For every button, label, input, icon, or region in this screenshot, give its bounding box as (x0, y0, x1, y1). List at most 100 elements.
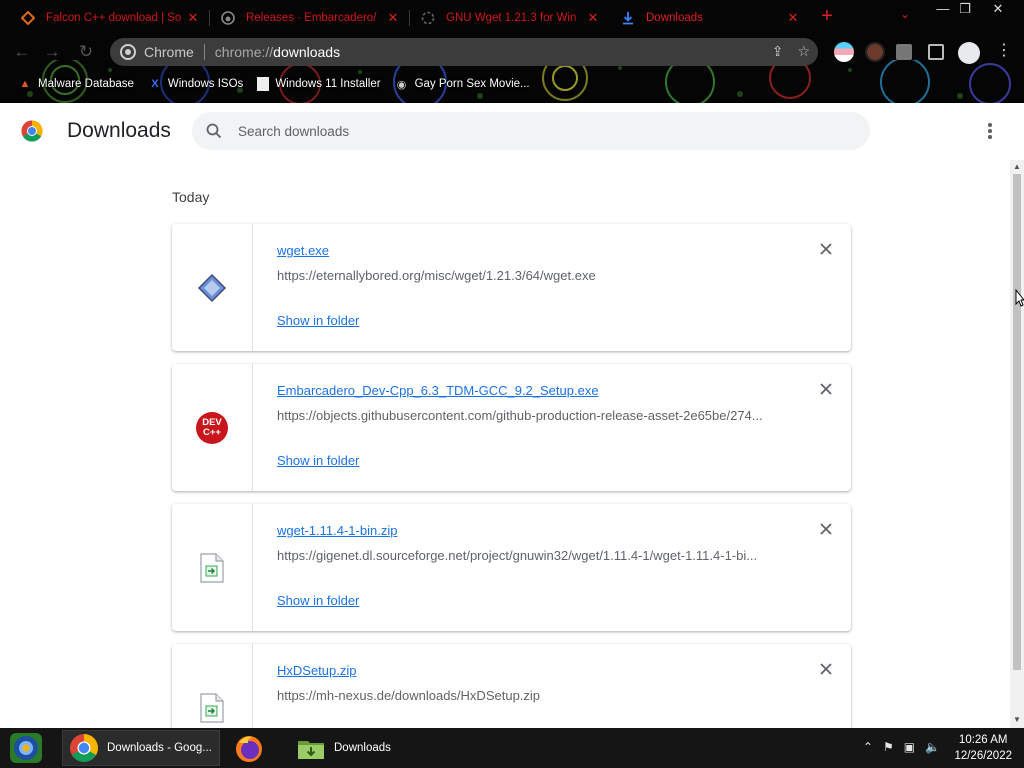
remove-item-icon[interactable] (817, 520, 835, 538)
firefox-icon (236, 736, 262, 762)
downloads-header: Downloads (0, 103, 1024, 159)
file-url: https://gigenet.dl.sourceforge.net/proje… (277, 548, 758, 563)
download-item: HxDSetup.zip https://mh-nexus.de/downloa… (172, 644, 851, 728)
screen: Falcon C++ download | So ✕ Releases · Em… (0, 0, 1024, 768)
tab-strip: Falcon C++ download | So ✕ Releases · Em… (0, 0, 1024, 34)
tab-title: GNU Wget 1.21.3 for Win (446, 12, 577, 24)
file-name-link[interactable]: wget-1.11.4-1-bin.zip (277, 523, 397, 538)
file-url: https://objects.githubusercontent.com/gi… (277, 408, 763, 423)
search-icon (206, 123, 222, 139)
back-arrow-icon[interactable]: ← (10, 40, 34, 64)
resize-cursor-icon (1015, 289, 1024, 307)
close-tab-icon[interactable]: ✕ (586, 10, 600, 26)
chrome-logo-icon (21, 120, 43, 142)
file-name-link[interactable]: HxDSetup.zip (277, 663, 356, 678)
show-in-folder-link[interactable]: Show in folder (277, 313, 359, 328)
file-name-link[interactable]: Embarcadero_Dev-Cpp_6.3_TDM-GCC_9.2_Setu… (277, 383, 599, 398)
file-url: https://mh-nexus.de/downloads/HxDSetup.z… (277, 688, 541, 703)
tab-title: Falcon C++ download | So (46, 12, 182, 24)
file-icon-column (172, 224, 253, 351)
scrollbar-thumb[interactable] (1013, 174, 1021, 670)
omnibox-divider (203, 44, 205, 60)
tab-falcon[interactable]: Falcon C++ download | So ✕ (12, 4, 208, 32)
bookmark-windows-11-installer[interactable]: Windows 11 Installer (257, 77, 381, 91)
remove-item-icon[interactable] (817, 240, 835, 258)
start-orb-icon[interactable] (9, 732, 43, 764)
search-input[interactable] (238, 123, 818, 139)
share-icon[interactable]: ⇪ (772, 43, 784, 60)
address-bar[interactable]: Chrome chrome://downloads ⇪ ☆ (110, 38, 818, 66)
bookmark-site[interactable]: ◉ Gay Porn Sex Movie... (395, 77, 530, 91)
devcpp-icon: DEV C++ (196, 411, 228, 444)
show-hidden-icons-icon[interactable]: ⌃ (863, 740, 873, 754)
close-tab-icon[interactable]: ✕ (186, 10, 200, 26)
exe-diamond-icon (197, 273, 227, 302)
download-icon (620, 10, 636, 26)
tab-gnu-wget[interactable]: GNU Wget 1.21.3 for Win ✕ (412, 4, 608, 32)
browser-toolbar: ← → ↻ Chrome chrome://downloads ⇪ ☆ ⋮ (0, 36, 1024, 68)
taskbar-label: Downloads (334, 742, 391, 754)
bookmark-label: Windows 11 Installer (275, 78, 381, 90)
bookmark-windows-isos[interactable]: X Windows ISOs (148, 77, 243, 91)
scroll-up-arrow-icon[interactable]: ▲ (1012, 162, 1022, 172)
extension-flag-icon[interactable] (834, 42, 854, 62)
omnibox-scheme: chrome:// (214, 44, 274, 60)
taskbar-chrome[interactable]: Downloads - Goog... (62, 730, 220, 766)
new-tab-button[interactable]: + (818, 6, 836, 26)
side-panel-icon[interactable] (928, 44, 944, 60)
tab-divider (409, 10, 410, 26)
tab-title: Releases · Embarcadero/ (246, 12, 377, 24)
close-tab-icon[interactable]: ✕ (386, 10, 400, 26)
taskbar-firefox[interactable] (226, 730, 282, 766)
bookmarks-bar: ▲ Malware Database X Windows ISOs Window… (0, 72, 1024, 96)
zip-file-icon (200, 692, 224, 723)
taskbar: Downloads - Goog... Downloads ⌃ ⚑ ▣ 🔈 10… (0, 728, 1024, 768)
download-item: DEV C++ Embarcadero_Dev-Cpp_6.3_TDM-GCC_… (172, 364, 851, 491)
browser-menu-icon[interactable]: ⋮ (996, 40, 1012, 62)
tab-search-chevron-icon[interactable]: ⌄ (896, 7, 914, 25)
volume-icon[interactable]: 🔈 (925, 740, 940, 754)
flag-icon[interactable]: ⚑ (883, 740, 894, 754)
taskbar-explorer[interactable]: Downloads (290, 730, 440, 766)
spinner-icon (420, 10, 436, 26)
clock[interactable]: 10:26 AM 12/26/2022 (954, 732, 1012, 764)
chrome-page-icon (120, 44, 136, 60)
tab-downloads-active[interactable]: Downloads ✕ (612, 4, 808, 32)
date-group-header: Today (172, 189, 210, 205)
tab-github[interactable]: Releases · Embarcadero/ ✕ (212, 4, 408, 32)
restore-icon[interactable]: ❐ (949, 0, 981, 18)
show-in-folder-link[interactable]: Show in folder (277, 453, 359, 468)
x-logo-icon: X (151, 78, 159, 90)
bookmark-malware-database[interactable]: ▲ Malware Database (18, 77, 134, 91)
search-box[interactable] (192, 112, 870, 150)
network-icon[interactable]: ▣ (904, 740, 915, 754)
zip-file-icon (200, 552, 224, 583)
bookmark-label: Gay Porn Sex Movie... (414, 78, 530, 90)
download-item: wget-1.11.4-1-bin.zip https://gigenet.dl… (172, 504, 851, 631)
profile-avatar-icon[interactable] (958, 42, 980, 64)
file-icon-column (172, 504, 253, 631)
clock-date: 12/26/2022 (954, 750, 1012, 762)
chrome-icon (70, 734, 98, 762)
extensions-puzzle-icon[interactable] (896, 44, 912, 60)
bookmark-label: Windows ISOs (167, 78, 244, 90)
scroll-down-arrow-icon[interactable]: ▼ (1012, 715, 1022, 725)
flame-icon: ▲ (19, 78, 31, 90)
file-name-link[interactable]: wget.exe (277, 243, 329, 258)
file-url: https://eternallybored.org/misc/wget/1.2… (277, 268, 596, 283)
bookmark-star-icon[interactable]: ☆ (797, 43, 810, 60)
remove-item-icon[interactable] (817, 660, 835, 678)
extension-avatar-icon[interactable] (865, 42, 885, 62)
close-tab-icon[interactable]: ✕ (786, 10, 800, 26)
vertical-scrollbar[interactable]: ▲ ▼ (1010, 160, 1024, 728)
show-in-folder-link[interactable]: Show in folder (277, 593, 359, 608)
file-icon-column (172, 644, 253, 728)
tab-title: Downloads (646, 12, 703, 24)
download-item: wget.exe https://eternallybored.org/misc… (172, 224, 851, 351)
forward-arrow-icon[interactable]: → (40, 40, 64, 64)
more-actions-icon[interactable] (980, 121, 1000, 141)
remove-item-icon[interactable] (817, 380, 835, 398)
reload-icon[interactable]: ↻ (74, 40, 98, 64)
close-window-icon[interactable]: ✕ (982, 0, 1014, 18)
browser-chrome: Falcon C++ download | So ✕ Releases · Em… (0, 0, 1024, 103)
